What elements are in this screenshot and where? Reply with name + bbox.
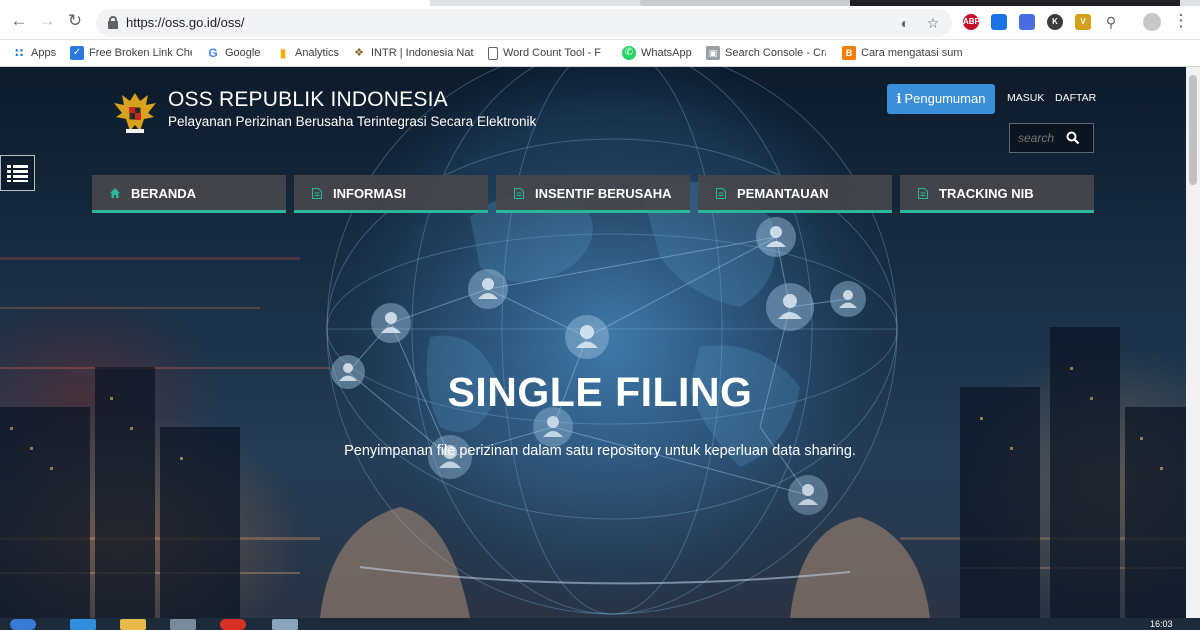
bookmark-cara[interactable]: B Cara mengatasi sum: [842, 44, 964, 63]
back-icon[interactable]: ←: [10, 12, 28, 30]
broken-link-icon: ✓: [70, 46, 84, 61]
bookmark-search-console[interactable]: ▣ Search Console - Cra: [706, 44, 826, 63]
app-icon[interactable]: [170, 619, 196, 630]
nav-pemantauan[interactable]: PEMANTAUAN: [698, 175, 892, 213]
bookmark-analytics[interactable]: ▮ Analytics: [276, 44, 344, 63]
document-icon: [488, 46, 498, 60]
hero-title: SINGLE FILING: [447, 369, 753, 415]
whatsapp-icon: ✆: [622, 46, 636, 61]
chrome-icon[interactable]: [220, 619, 246, 630]
nav-label: INSENTIF BERUSAHA: [535, 186, 672, 201]
apps-grid-icon: ∷: [14, 46, 24, 61]
bookmark-google[interactable]: G Google: [206, 44, 266, 63]
extension-icon[interactable]: [1019, 14, 1035, 30]
blog-icon: B: [842, 46, 856, 61]
bookmark-star-icon[interactable]: ☆: [924, 14, 942, 32]
document-icon: [514, 188, 524, 199]
hero-subtitle: Penyimpanan file perizinan dalam satu re…: [344, 443, 856, 459]
taskbar-clock: 16:03: [1150, 619, 1173, 629]
nav-label: PEMANTAUAN: [737, 186, 829, 201]
bookmark-whatsapp[interactable]: ✆ WhatsApp: [622, 44, 696, 63]
menu-toggle-button[interactable]: [0, 155, 35, 191]
list-menu-icon: [7, 165, 28, 182]
browser-menu-icon[interactable]: ⋮: [1172, 12, 1190, 30]
analytics-icon: ▮: [279, 46, 287, 61]
forward-icon[interactable]: →: [38, 12, 56, 30]
register-link[interactable]: DAFTAR: [1055, 92, 1096, 104]
ie-icon[interactable]: [70, 619, 96, 630]
home-icon: [110, 188, 120, 198]
document-icon: [716, 188, 726, 199]
site-title: OSS REPUBLIK INDONESIA: [168, 88, 448, 111]
extension-icon[interactable]: K: [1047, 14, 1063, 30]
extension-icon[interactable]: V: [1075, 14, 1091, 30]
bookmark-intr[interactable]: ❖ INTR | Indonesia Nat: [352, 44, 474, 63]
address-bar[interactable]: https://oss.go.id/oss/ ◐ ☆: [96, 9, 952, 37]
search-icon[interactable]: [1066, 131, 1080, 145]
info-icon: ℹ: [896, 91, 902, 106]
profile-avatar[interactable]: [1143, 13, 1161, 31]
site-subtitle: Pelayanan Perizinan Berusaha Terintegras…: [168, 114, 537, 129]
garuda-emblem-logo: [114, 93, 156, 133]
url-text: https://oss.go.id/oss/: [126, 15, 245, 30]
bookmarks-bar: ∷ Apps ✓ Free Broken Link Che G Google ▮ Ana…: [0, 40, 1200, 67]
bookmark-apps[interactable]: ∷ Apps: [12, 44, 62, 63]
document-icon: [312, 188, 322, 199]
nav-label: BERANDA: [131, 186, 196, 201]
garuda-icon: ❖: [354, 47, 364, 60]
adblock-icon[interactable]: ABP: [963, 14, 980, 30]
nav-label: INFORMASI: [333, 186, 406, 201]
nav-tracking-nib[interactable]: TRACKING NIB: [900, 175, 1094, 213]
web-page: OSS REPUBLIK INDONESIA Pelayanan Perizin…: [0, 67, 1186, 618]
reload-icon[interactable]: ↻: [66, 12, 84, 30]
nav-informasi[interactable]: INFORMASI: [294, 175, 488, 213]
browser-toolbar: ← → ↻ https://oss.go.id/oss/ ◐ ☆ ABP K V…: [0, 6, 1200, 40]
search-form: [1009, 123, 1094, 153]
start-button[interactable]: [10, 619, 36, 630]
search-extension-icon[interactable]: ⚲: [1103, 14, 1119, 30]
bookmark-word-count[interactable]: Word Count Tool - F: [488, 44, 606, 63]
bookmark-broken-link[interactable]: ✓ Free Broken Link Che: [70, 44, 192, 63]
nav-beranda[interactable]: BERANDA: [92, 175, 286, 213]
document-icon: [918, 188, 928, 199]
folder-icon[interactable]: [120, 619, 146, 630]
lock-icon: [108, 16, 118, 29]
extension-icon[interactable]: [991, 14, 1007, 30]
os-taskbar: 16:03: [0, 618, 1200, 630]
google-icon: G: [208, 46, 218, 61]
search-input[interactable]: [1010, 124, 1060, 152]
announcement-button[interactable]: ℹ Pengumuman: [887, 84, 995, 114]
search-console-icon: ▣: [706, 46, 720, 61]
nav-label: TRACKING NIB: [939, 186, 1034, 201]
scrollbar-thumb[interactable]: [1189, 75, 1197, 185]
page-scrollbar[interactable]: [1186, 67, 1200, 618]
site-info-icon[interactable]: ◐: [896, 14, 914, 32]
app-icon[interactable]: [272, 619, 298, 630]
login-link[interactable]: MASUK: [1007, 92, 1044, 104]
nav-insentif-berusaha[interactable]: INSENTIF BERUSAHA: [496, 175, 690, 213]
